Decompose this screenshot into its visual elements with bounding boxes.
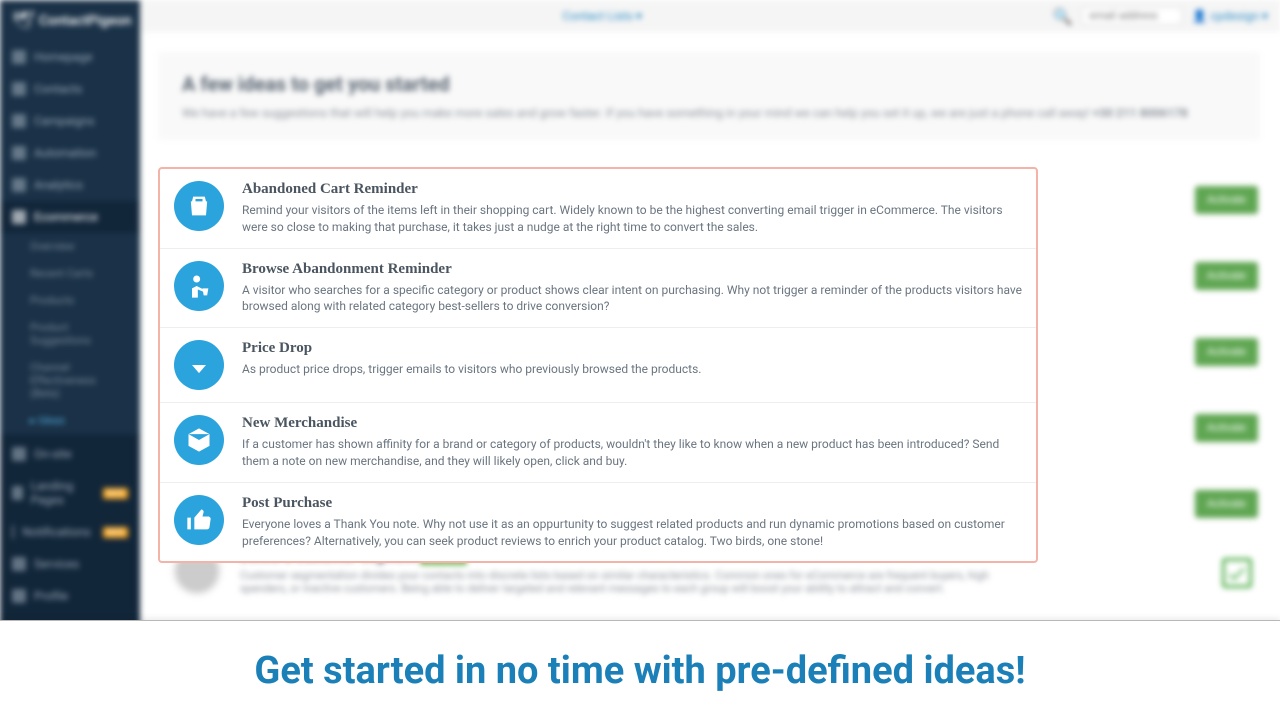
sidebar-sub-product-suggestions[interactable]: Product Suggestions — [0, 314, 140, 354]
sidebar-item-homepage[interactable]: Homepage — [0, 41, 140, 73]
banner-text: Get started in no time with pre-defined … — [254, 649, 1025, 693]
thumb-icon — [174, 495, 224, 545]
idea-title: Post Purchase — [242, 495, 1022, 512]
activate-button[interactable]: Activate — [1195, 414, 1258, 442]
activate-button[interactable]: Activate — [1195, 262, 1258, 290]
checkmark-icon — [1222, 558, 1252, 588]
logo: 🕊ContactPigeon — [0, 0, 140, 41]
arrow-down-icon — [174, 340, 224, 390]
sidebar: 🕊ContactPigeon Homepage Contacts Campaig… — [0, 0, 140, 620]
page-header: A few ideas to get you started We have a… — [158, 52, 1260, 140]
sidebar-sub-products[interactable]: Products — [0, 287, 140, 314]
sidebar-item-notifications[interactable]: NotificationsNEW — [0, 516, 140, 548]
activate-button[interactable]: Activate — [1195, 338, 1258, 366]
person-cart-icon — [174, 261, 224, 311]
idea-browse-abandonment[interactable]: Browse Abandonment Reminder A visitor wh… — [160, 249, 1036, 329]
idea-desc: Everyone loves a Thank You note. Why not… — [242, 516, 1022, 550]
ideas-list: Abandoned Cart Reminder Remind your visi… — [158, 167, 1038, 563]
page-subtitle: We have a few suggestions that will help… — [182, 106, 1236, 120]
idea-price-drop[interactable]: Price Drop As product price drops, trigg… — [160, 328, 1036, 403]
search-input[interactable] — [1082, 7, 1182, 25]
topbar-center-link[interactable]: Contact Lists ▾ — [152, 9, 1052, 23]
topbar: Contact Lists ▾ 🔍 👤 cpdesign ▾ — [140, 0, 1280, 32]
box-icon — [174, 415, 224, 465]
idea-desc: Remind your visitors of the items left i… — [242, 202, 1022, 236]
idea-title: Browse Abandonment Reminder — [242, 261, 1022, 278]
idea-new-merchandise[interactable]: New Merchandise If a customer has shown … — [160, 403, 1036, 483]
activate-button[interactable]: Activate — [1195, 186, 1258, 214]
promo-banner: Get started in no time with pre-defined … — [0, 620, 1280, 720]
sidebar-sub-overview[interactable]: Overview — [0, 233, 140, 260]
sidebar-item-ecommerce[interactable]: Ecommerce — [0, 201, 140, 233]
sidebar-item-profile[interactable]: Profile — [0, 580, 140, 612]
page-title: A few ideas to get you started — [182, 72, 1236, 96]
user-menu[interactable]: 👤 cpdesign ▾ — [1192, 9, 1268, 23]
sidebar-item-analytics[interactable]: Analytics — [0, 169, 140, 201]
activate-button[interactable]: Activate — [1195, 490, 1258, 518]
sidebar-sub-ideas[interactable]: ▸ Ideas — [0, 407, 140, 434]
idea-post-purchase[interactable]: Post Purchase Everyone loves a Thank You… — [160, 483, 1036, 562]
bag-icon — [174, 181, 224, 231]
idea-desc: If a customer has shown affinity for a b… — [242, 436, 1022, 470]
idea-title: New Merchandise — [242, 415, 1022, 432]
sidebar-item-onsite[interactable]: On-site — [0, 438, 140, 470]
segment-desc: Customer segmentation divides your conta… — [240, 569, 1024, 595]
pigeon-icon: 🕊 — [12, 10, 35, 31]
idea-title: Abandoned Cart Reminder — [242, 181, 1022, 198]
sidebar-item-campaigns[interactable]: Campaigns — [0, 105, 140, 137]
sidebar-item-contacts[interactable]: Contacts — [0, 73, 140, 105]
sidebar-sub-channel-effectiveness[interactable]: Channel Effectiveness (Beta) — [0, 354, 140, 407]
sidebar-item-automation[interactable]: Automation — [0, 137, 140, 169]
idea-desc: A visitor who searches for a specific ca… — [242, 282, 1022, 316]
idea-title: Price Drop — [242, 340, 1022, 357]
sidebar-sub-recent-carts[interactable]: Recent Carts — [0, 260, 140, 287]
idea-desc: As product price drops, trigger emails t… — [242, 361, 1022, 378]
sidebar-item-landing-pages[interactable]: Landing PagesNEW — [0, 470, 140, 516]
idea-abandoned-cart[interactable]: Abandoned Cart Reminder Remind your visi… — [160, 169, 1036, 249]
sidebar-item-services[interactable]: Services — [0, 548, 140, 580]
